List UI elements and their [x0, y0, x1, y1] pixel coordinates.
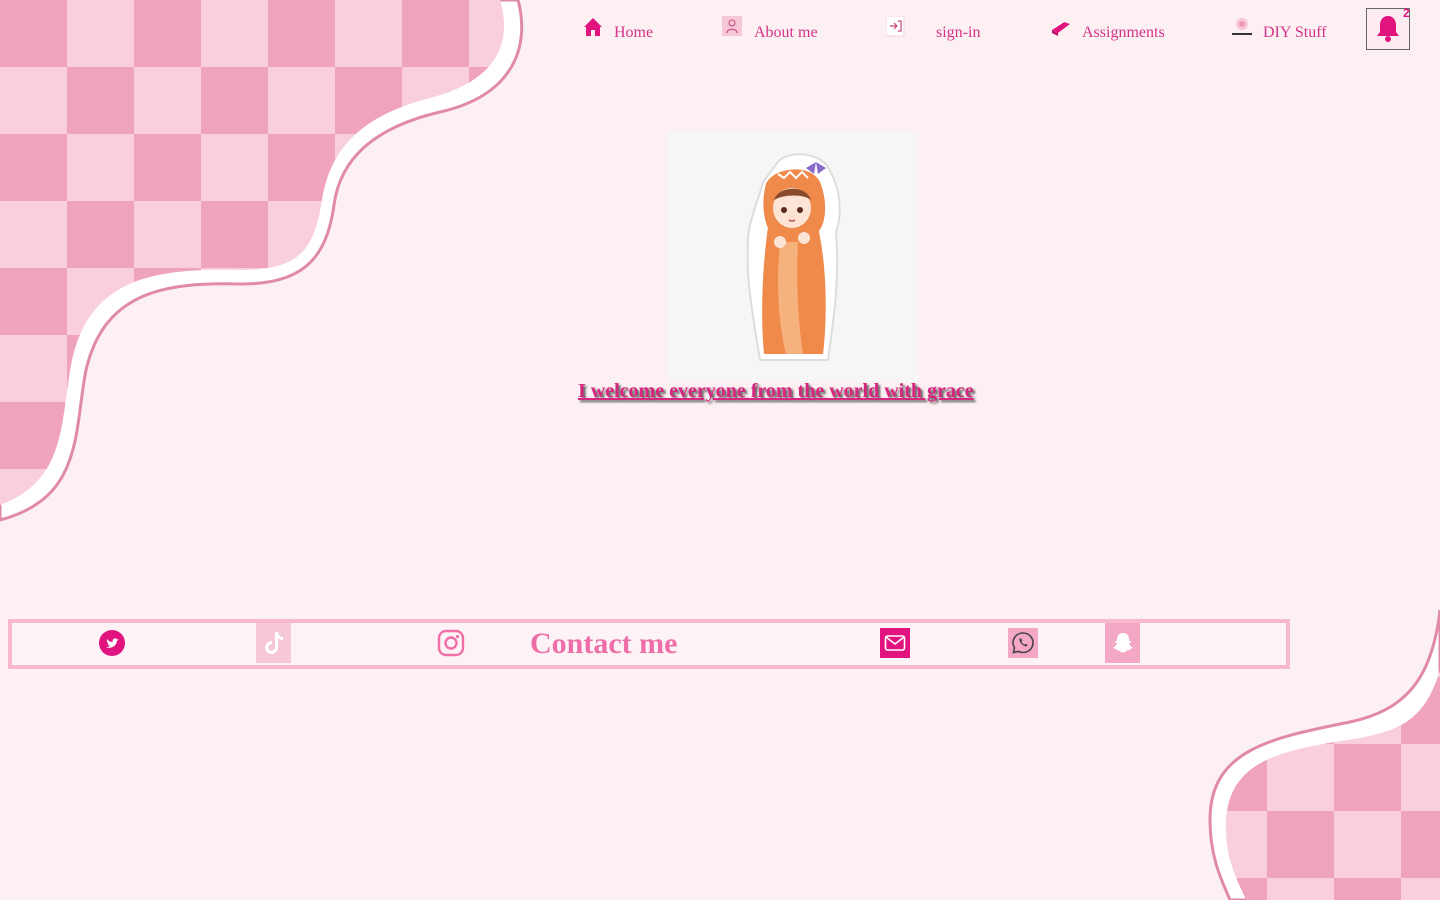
notification-count-badge: 2 [1403, 6, 1410, 20]
whatsapp-link[interactable] [1008, 628, 1038, 658]
email-icon [884, 635, 906, 651]
bell-icon [1375, 14, 1401, 45]
nav-home-label: Home [614, 24, 654, 41]
nav-assignments-label: Assignments [1082, 24, 1165, 41]
welcome-heading: I welcome everyone from the world with g… [578, 380, 974, 402]
email-link[interactable] [880, 628, 910, 658]
hero-character-image [668, 132, 918, 382]
whatsapp-icon [1012, 632, 1034, 654]
nav-about-label: About me [754, 24, 818, 41]
instagram-link[interactable] [436, 628, 466, 658]
book-icon [1050, 16, 1072, 38]
page: Home About me sign-in Assignments DIY St… [0, 0, 1440, 900]
contact-bar: Contact me [8, 619, 1290, 669]
snapchat-icon [1112, 633, 1133, 653]
checker-decoration-top-left [0, 0, 524, 522]
tiktok-link[interactable] [256, 623, 291, 663]
home-icon [582, 16, 604, 38]
sign-in-icon [885, 15, 908, 38]
tiktok-icon [264, 632, 283, 654]
snapchat-link[interactable] [1105, 623, 1140, 663]
person-icon [722, 16, 744, 38]
twitter-link[interactable] [98, 629, 126, 657]
nav-home-link[interactable]: Home [582, 14, 653, 50]
contact-title: Contact me [530, 627, 678, 660]
nav-diy-link[interactable]: DIY Stuff [1231, 14, 1327, 50]
instagram-icon [437, 629, 465, 657]
nav-about-link[interactable]: About me [722, 14, 818, 50]
craft-icon [1231, 16, 1253, 38]
nav-sign-in-link[interactable]: sign-in [885, 14, 981, 50]
nav-diy-label: DIY Stuff [1263, 24, 1327, 41]
main-navigation: Home About me sign-in Assignments DIY St… [0, 0, 1440, 60]
nav-sign-in-label: sign-in [936, 24, 981, 41]
nav-assignments-link[interactable]: Assignments [1050, 14, 1165, 50]
twitter-icon [99, 630, 125, 656]
